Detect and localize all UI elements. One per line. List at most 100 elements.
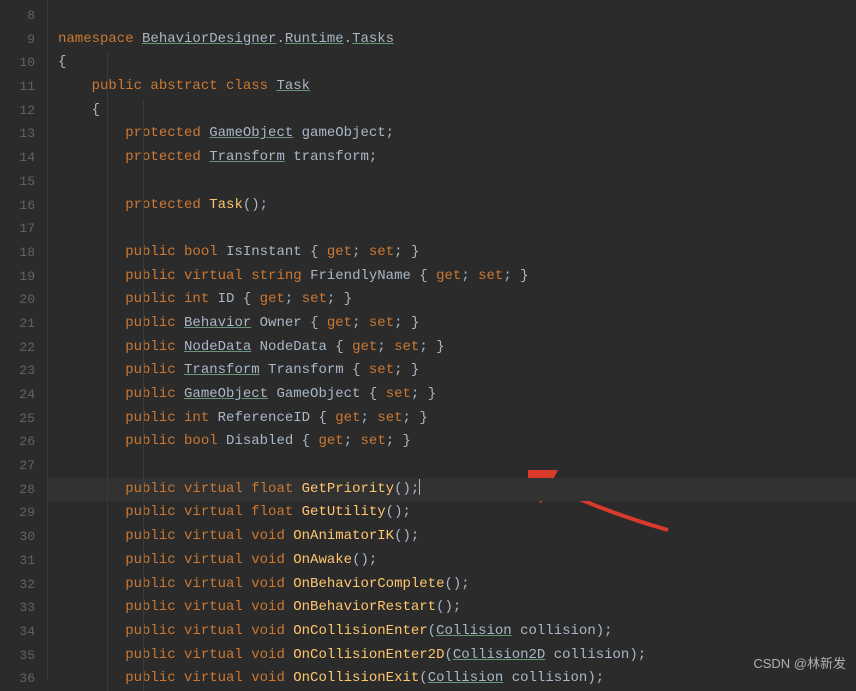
code-token: ; — [394, 362, 411, 378]
code-line[interactable]: protected GameObject gameObject; — [48, 122, 856, 146]
code-token — [58, 623, 125, 639]
code-line[interactable] — [48, 454, 856, 478]
code-line[interactable]: public virtual float GetUtility(); — [48, 501, 856, 525]
code-token: OnCollisionExit — [293, 670, 419, 686]
code-token: public abstract class — [92, 78, 277, 94]
code-token: . — [344, 31, 352, 47]
code-editor[interactable]: 8910111213141516171819202122232425262728… — [0, 0, 856, 680]
code-token: } — [419, 410, 427, 426]
code-line[interactable]: public virtual void OnBehaviorRestart(); — [48, 596, 856, 620]
line-number: 12 — [0, 99, 47, 123]
code-token: NodeData — [251, 339, 335, 355]
code-line[interactable]: public virtual void OnAwake(); — [48, 549, 856, 573]
code-line[interactable]: public Behavior Owner { get; set; } — [48, 312, 856, 336]
code-line[interactable]: public virtual void OnCollisionExit(Coll… — [48, 667, 856, 691]
code-token: public — [125, 386, 184, 402]
code-token: public — [125, 362, 184, 378]
code-line[interactable]: public virtual void OnBehaviorComplete()… — [48, 573, 856, 597]
line-number: 18 — [0, 241, 47, 265]
code-token: get — [327, 244, 352, 260]
code-token: ; — [394, 244, 411, 260]
code-token: public virtual void — [125, 576, 293, 592]
code-token: { — [310, 315, 327, 331]
line-number: 14 — [0, 146, 47, 170]
code-line[interactable]: public bool IsInstant { get; set; } — [48, 241, 856, 265]
code-line[interactable]: { — [48, 51, 856, 75]
code-line[interactable] — [48, 170, 856, 194]
code-token: ( — [444, 647, 452, 663]
code-token: public virtual void — [125, 647, 293, 663]
code-token: OnBehaviorRestart — [293, 599, 436, 615]
code-token: public virtual string — [125, 268, 310, 284]
code-token: BehaviorDesigner — [142, 31, 276, 47]
code-token: public virtual void — [125, 528, 293, 544]
code-token: OnCollisionEnter2D — [293, 647, 444, 663]
code-token: ( — [428, 623, 436, 639]
code-line[interactable]: public virtual void OnCollisionEnter(Col… — [48, 620, 856, 644]
line-number-gutter: 8910111213141516171819202122232425262728… — [0, 0, 48, 680]
code-token: Collision2D — [453, 647, 545, 663]
code-line[interactable]: public virtual float GetPriority(); — [48, 478, 856, 502]
code-token: { — [369, 386, 386, 402]
line-number: 33 — [0, 596, 47, 620]
line-number: 15 — [0, 170, 47, 194]
line-number: 27 — [0, 454, 47, 478]
text-cursor — [419, 479, 420, 495]
code-line[interactable]: public int ID { get; set; } — [48, 288, 856, 312]
code-line[interactable]: public virtual string FriendlyName { get… — [48, 265, 856, 289]
code-token: } — [520, 268, 528, 284]
code-token: Behavior — [184, 315, 251, 331]
code-line[interactable]: public NodeData NodeData { get; set; } — [48, 336, 856, 360]
code-line[interactable]: public Transform Transform { set; } — [48, 359, 856, 383]
code-token: ; — [503, 268, 520, 284]
code-token: set — [369, 362, 394, 378]
code-token: { — [243, 291, 260, 307]
line-number: 29 — [0, 501, 47, 525]
line-number: 11 — [0, 75, 47, 99]
code-token — [58, 670, 125, 686]
code-token: public virtual float — [125, 504, 301, 520]
code-token: ReferenceID — [218, 410, 319, 426]
code-area[interactable]: namespace BehaviorDesigner.Runtime.Tasks… — [48, 0, 856, 680]
code-token: public int — [125, 291, 217, 307]
code-line[interactable]: public abstract class Task — [48, 75, 856, 99]
code-line[interactable]: protected Transform transform; — [48, 146, 856, 170]
code-token: ); — [587, 670, 604, 686]
code-token: ; — [327, 291, 344, 307]
code-token — [58, 268, 125, 284]
code-token: ); — [596, 623, 613, 639]
code-token: get — [327, 315, 352, 331]
code-token — [58, 410, 125, 426]
code-line[interactable] — [48, 4, 856, 28]
code-token: { — [419, 268, 436, 284]
code-token: } — [403, 433, 411, 449]
code-line[interactable] — [48, 217, 856, 241]
code-token: ; — [352, 315, 369, 331]
code-token — [58, 197, 125, 213]
code-line[interactable]: protected Task(); — [48, 194, 856, 218]
code-token: { — [318, 410, 335, 426]
line-number: 30 — [0, 525, 47, 549]
line-number: 36 — [0, 667, 47, 691]
code-token: ID — [218, 291, 243, 307]
code-line[interactable]: public int ReferenceID { get; set; } — [48, 407, 856, 431]
code-line[interactable]: public bool Disabled { get; set; } — [48, 430, 856, 454]
code-line[interactable]: public GameObject GameObject { set; } — [48, 383, 856, 407]
code-token: } — [428, 386, 436, 402]
code-token — [58, 291, 125, 307]
code-line[interactable]: { — [48, 99, 856, 123]
code-token: } — [411, 362, 419, 378]
code-token: (); — [352, 552, 377, 568]
code-line[interactable]: namespace BehaviorDesigner.Runtime.Tasks — [48, 28, 856, 52]
code-token: { — [58, 54, 66, 70]
code-token: public virtual void — [125, 552, 293, 568]
code-token: GetPriority — [302, 481, 394, 497]
code-token: ; — [403, 410, 420, 426]
code-token: collision — [503, 670, 587, 686]
code-token — [58, 149, 125, 165]
code-token: ; — [386, 433, 403, 449]
code-token: Task — [276, 78, 310, 94]
code-line[interactable]: public virtual void OnCollisionEnter2D(C… — [48, 644, 856, 668]
code-line[interactable]: public virtual void OnAnimatorIK(); — [48, 525, 856, 549]
code-token — [58, 102, 92, 118]
